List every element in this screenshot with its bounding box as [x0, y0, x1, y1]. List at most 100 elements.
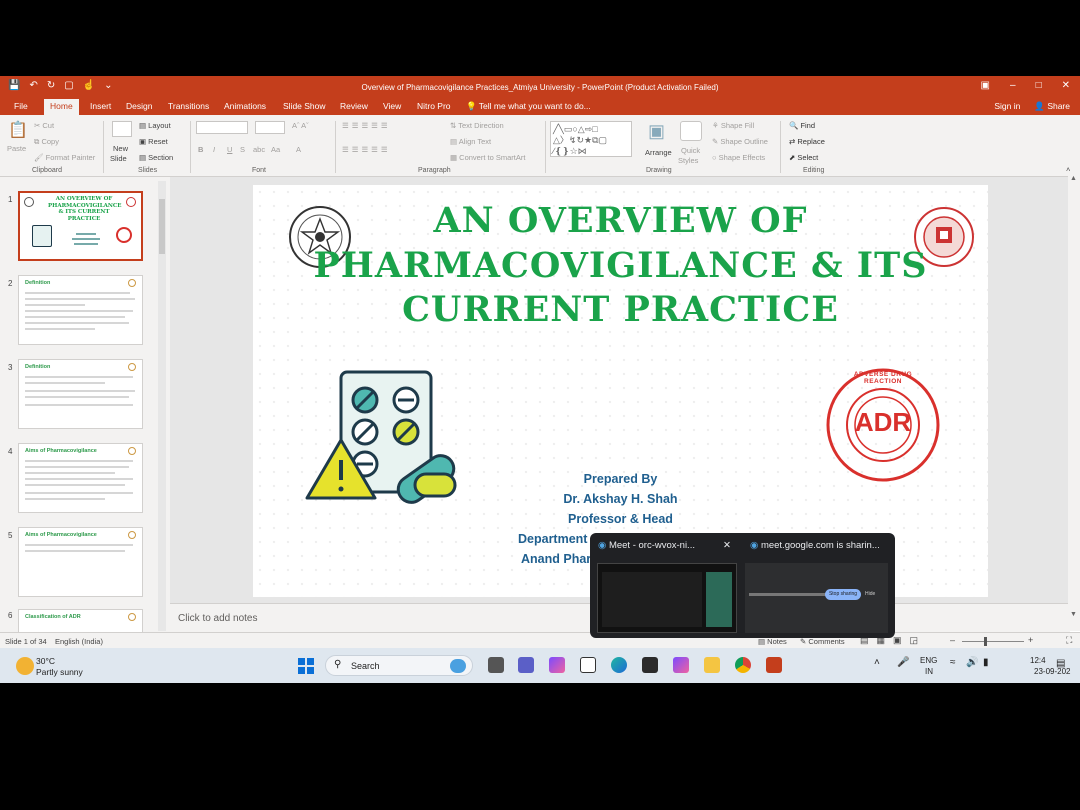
notes-toggle[interactable]: ▤ Notes: [758, 637, 787, 646]
layout-button[interactable]: ▤ Layout: [139, 121, 171, 130]
volume-icon[interactable]: 🔊: [966, 657, 978, 668]
weather-sun-icon[interactable]: [16, 657, 34, 675]
hide-button[interactable]: Hide: [865, 591, 875, 597]
shape-fill-button[interactable]: ⚘ Shape Fill: [712, 121, 754, 130]
thumbnail-slide-6[interactable]: Classification of ADR: [18, 609, 143, 632]
new-slide-button[interactable]: New: [113, 144, 128, 153]
notification-icon[interactable]: ▤: [1056, 658, 1065, 669]
task-view-icon[interactable]: [488, 657, 504, 673]
section-button[interactable]: ▤ Section: [139, 153, 173, 162]
scrollbar-thumb[interactable]: [159, 199, 165, 254]
windows-start-icon[interactable]: [298, 658, 314, 674]
tab-nitro-pro[interactable]: Nitro Pro: [417, 101, 451, 111]
store-icon[interactable]: [642, 657, 658, 673]
thumbnail-slide-4[interactable]: Aims of Pharmacovigilance: [18, 443, 143, 513]
font-name-dropdown[interactable]: [196, 121, 248, 134]
scroll-down-icon[interactable]: ▼: [1070, 611, 1077, 618]
teams-icon[interactable]: [518, 657, 534, 673]
meet-tab-1[interactable]: ◉ Meet - orc-wvox-ni...: [598, 540, 695, 551]
strikethrough-button[interactable]: S: [240, 145, 245, 154]
share-button[interactable]: 👤 Share: [1034, 101, 1070, 112]
format-painter-button[interactable]: 🖌 Format Painter: [34, 153, 95, 162]
zoom-out-icon[interactable]: –: [950, 635, 955, 645]
stop-sharing-button[interactable]: Stop sharing: [825, 589, 861, 600]
tab-file[interactable]: File: [14, 101, 28, 111]
copilot-icon[interactable]: [549, 657, 565, 673]
weather-temp[interactable]: 30°C: [36, 656, 55, 666]
copy-button[interactable]: ⧉ Copy: [34, 137, 59, 147]
clock-time[interactable]: 12:4: [1030, 656, 1046, 665]
battery-icon[interactable]: ▮: [983, 657, 989, 668]
character-spacing-button[interactable]: abc: [253, 145, 265, 154]
editor-scrollbar[interactable]: ▲ ▼: [1068, 171, 1080, 631]
close-icon[interactable]: ✕: [1062, 80, 1070, 91]
arrange-button[interactable]: Arrange: [645, 148, 672, 157]
underline-button[interactable]: U: [227, 145, 232, 154]
font-grow-shrink-icons[interactable]: Aˆ Aˇ: [292, 121, 309, 130]
meet-taskbar-preview[interactable]: ◉ Meet - orc-wvox-ni... ✕ ◉ meet.google.…: [590, 533, 895, 638]
taskbar-search-box[interactable]: ⚲ Search: [325, 655, 473, 676]
zoom-in-icon[interactable]: +: [1028, 635, 1033, 645]
convert-smartart-button[interactable]: ▦ Convert to SmartArt: [450, 153, 525, 162]
quick-styles-button-line2[interactable]: Styles: [678, 156, 698, 165]
bold-button[interactable]: B: [198, 145, 203, 154]
paste-button[interactable]: Paste: [7, 144, 26, 153]
thumbnail-slide-1[interactable]: AN OVERVIEW OF PHARMACOVIGILANCE & ITS C…: [18, 191, 143, 261]
italic-button[interactable]: I: [213, 145, 215, 154]
maximize-icon[interactable]: □: [1036, 80, 1042, 91]
copilot-app-icon[interactable]: [673, 657, 689, 673]
align-buttons[interactable]: ☰☰☰☰☰: [342, 145, 391, 154]
meet-window-thumbnail[interactable]: [597, 563, 737, 633]
reset-button[interactable]: ▣ Reset: [139, 137, 168, 146]
zoom-slider[interactable]: [962, 641, 1024, 642]
close-preview-icon[interactable]: ✕: [723, 540, 731, 551]
microphone-icon[interactable]: 🎤: [897, 657, 909, 668]
list-buttons[interactable]: ☰☰☰☰☰: [342, 121, 391, 130]
change-case-button[interactable]: Aa: [271, 145, 280, 154]
cut-button[interactable]: ✂ Cut: [34, 121, 54, 130]
shape-outline-button[interactable]: ✎ Shape Outline: [712, 137, 768, 146]
language-indicator[interactable]: English (India): [55, 637, 103, 646]
quick-styles-button[interactable]: Quick: [681, 146, 700, 155]
tray-chevron-icon[interactable]: ˄: [874, 657, 880, 668]
weather-desc[interactable]: Partly sunny: [36, 667, 83, 677]
sharing-bar-thumbnail[interactable]: Stop sharing Hide: [745, 563, 888, 633]
language-in[interactable]: IN: [925, 667, 933, 676]
replace-button[interactable]: ⇄ Replace: [789, 137, 825, 146]
meet-tab-2[interactable]: ◉ meet.google.com is sharin...: [750, 540, 880, 551]
font-size-dropdown[interactable]: [255, 121, 285, 134]
shapes-gallery[interactable]: ╱╲▭○△⇨□ △〉↯↻★⧉▢ ∕❴❵☆⋈: [550, 121, 632, 157]
thumbnail-slide-5[interactable]: Aims of Pharmacovigilance: [18, 527, 143, 597]
wifi-icon[interactable]: ≈: [950, 657, 956, 668]
sign-in-link[interactable]: Sign in: [994, 101, 1020, 112]
edge-icon[interactable]: [611, 657, 627, 673]
select-button[interactable]: ⬈ Select: [789, 153, 818, 162]
minimize-icon[interactable]: –: [1010, 80, 1016, 91]
tab-insert[interactable]: Insert: [90, 101, 111, 111]
zoom-slider-thumb[interactable]: [984, 637, 987, 646]
chrome-icon[interactable]: [735, 657, 751, 673]
tab-transitions[interactable]: Transitions: [168, 101, 209, 111]
tell-me-box[interactable]: 💡 Tell me what you want to do...: [466, 101, 591, 112]
tab-review[interactable]: Review: [340, 101, 368, 111]
tab-slide-show[interactable]: Slide Show: [283, 101, 326, 111]
language-eng[interactable]: ENG: [920, 656, 937, 665]
thumbnails-scrollbar[interactable]: [158, 181, 166, 631]
new-slide-button-line2[interactable]: Slide: [110, 154, 127, 163]
powerpoint-icon[interactable]: [766, 657, 782, 673]
file-explorer-icon[interactable]: [704, 657, 720, 673]
tab-animations[interactable]: Animations: [224, 101, 266, 111]
thumbnail-slide-3[interactable]: Definition: [18, 359, 143, 429]
tab-view[interactable]: View: [383, 101, 401, 111]
text-direction-button[interactable]: ⇅ Text Direction: [450, 121, 504, 130]
app-5-icon[interactable]: [580, 657, 596, 673]
comments-toggle[interactable]: ✎ Comments: [800, 637, 845, 646]
find-button[interactable]: 🔍 Find: [789, 121, 815, 130]
shape-effects-button[interactable]: ○ Shape Effects: [712, 153, 765, 162]
ribbon-display-icon[interactable]: ▣: [981, 80, 990, 91]
font-color-button[interactable]: A: [296, 145, 301, 154]
scroll-up-icon[interactable]: ▲: [1070, 175, 1077, 182]
tab-home[interactable]: Home: [44, 99, 79, 115]
align-text-button[interactable]: ▤ Align Text: [450, 137, 491, 146]
thumbnail-slide-2[interactable]: Definition: [18, 275, 143, 345]
